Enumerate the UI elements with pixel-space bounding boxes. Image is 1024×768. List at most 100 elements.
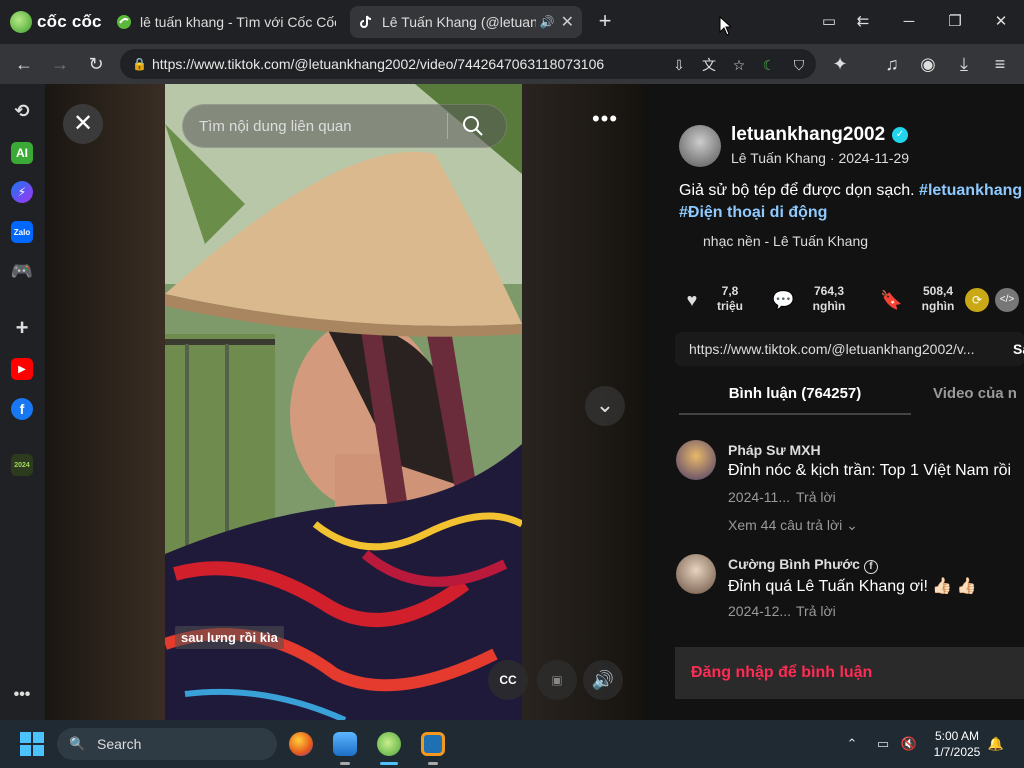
add-icon[interactable]: + — [11, 315, 33, 340]
music-link[interactable]: nhạc nền - Lê Tuấn Khang — [703, 233, 868, 249]
video-player-area[interactable]: ✕ ••• ⌄ sau lưng rồi kìa CC ▣ 🔊 — [45, 84, 643, 720]
tiktok-favicon-icon — [358, 14, 374, 30]
view-replies-button[interactable]: Xem 44 câu trả lời ⌄ — [728, 517, 858, 534]
photos-icon[interactable] — [333, 732, 357, 756]
youtube-icon[interactable]: ▶ — [11, 358, 33, 380]
media-control-icon[interactable]: ♫ — [880, 52, 904, 76]
heart-icon[interactable]: ♥ — [682, 290, 702, 310]
floating-player-icon[interactable]: ▣ — [537, 660, 577, 700]
address-bar[interactable]: 🔒 https://www.tiktok.com/@letuankhang200… — [120, 49, 816, 79]
menu-icon[interactable]: ≡ — [988, 52, 1012, 76]
back-button[interactable]: ← — [12, 52, 36, 76]
ai-icon[interactable]: AI — [11, 142, 33, 164]
windows-start-button[interactable] — [20, 732, 44, 756]
history-icon[interactable]: ⟲ — [11, 100, 33, 122]
post-date: 2024-11-29 — [838, 150, 910, 166]
new-tab-button[interactable]: + — [592, 8, 618, 34]
facebook-icon[interactable]: f — [11, 398, 33, 420]
firefox-icon[interactable] — [289, 732, 313, 756]
lock-icon[interactable]: 🔒 — [132, 57, 147, 71]
minimize-button[interactable]: ─ — [896, 10, 922, 34]
volume-muted-icon[interactable]: 🔇 — [900, 736, 918, 752]
tab-search-icon[interactable]: ⇇ — [850, 10, 876, 34]
reply-button[interactable]: Trả lời — [796, 489, 836, 505]
commenter-name[interactable]: Pháp Sư MXH — [728, 442, 821, 458]
tab-comments[interactable]: Bình luận (764257) — [679, 385, 911, 415]
shield-icon[interactable]: ⛉ — [790, 56, 808, 74]
cc-button[interactable]: CC — [488, 660, 528, 700]
related-search-bar[interactable] — [182, 104, 507, 148]
tab-tiktok-active[interactable]: Lê Tuấn Khang (@letuan 🔊 ✕ — [350, 6, 582, 38]
bookmark-star-icon[interactable]: ☆ — [730, 56, 748, 74]
coccoc-2024-icon[interactable]: 2024 — [11, 454, 33, 476]
screenshot-icon[interactable]: ▭ — [816, 10, 842, 34]
messenger-icon[interactable]: ⚡ — [11, 181, 33, 203]
reply-button[interactable]: Trả lời — [796, 603, 836, 619]
search-icon: 🔍 — [69, 736, 86, 751]
profile-icon[interactable]: ◉ — [916, 52, 940, 76]
hashtag-link[interactable]: #letuankhang — [919, 182, 1022, 199]
comment-count: 764,3 nghìn — [807, 284, 851, 314]
next-video-chevron-icon[interactable]: ⌄ — [585, 386, 625, 426]
like-count-value: 7,8 — [721, 284, 739, 298]
related-search-input[interactable] — [199, 117, 439, 135]
volume-icon[interactable]: 🔊 — [583, 660, 623, 700]
browser-sidebar: ⟲ AI ⚡ Zalo 🎮 + ▶ f 2024 ••• — [0, 84, 45, 720]
view-replies-label: Xem 44 câu trả lời — [728, 517, 843, 533]
search-icon[interactable] — [462, 115, 484, 137]
post-description: Giả sử bộ tép để được dọn sạch. #letuank… — [679, 182, 1022, 200]
title-bar: cốc cốc lê tuấn khang - Tìm với Cốc Cốc … — [0, 0, 1024, 44]
coccoc-icon[interactable] — [377, 732, 401, 756]
taskbar-search[interactable]: 🔍 Search — [57, 728, 277, 760]
video-frame[interactable] — [165, 84, 522, 720]
coccoc-logo-icon — [10, 11, 32, 33]
translate-icon[interactable]: 文 — [700, 56, 718, 74]
more-icon[interactable]: ••• — [11, 684, 33, 706]
video-link-text[interactable]: https://www.tiktok.com/@letuankhang2002/… — [689, 341, 975, 357]
comment-icon[interactable]: 💬 — [772, 290, 794, 310]
hashtag-link[interactable]: #Điện thoại di động — [679, 204, 827, 222]
network-icon[interactable]: ▭ — [874, 736, 892, 752]
embed-icon[interactable]: </> — [995, 288, 1019, 312]
url-text[interactable]: https://www.tiktok.com/@letuankhang2002/… — [152, 56, 604, 72]
close-window-button[interactable]: ✕ — [988, 10, 1014, 34]
separator: · — [825, 150, 839, 166]
bookmark-icon[interactable]: 🔖 — [880, 290, 902, 310]
maximize-button[interactable]: ❐ — [942, 10, 968, 34]
save-count-unit: nghìn — [921, 299, 955, 313]
more-options-icon[interactable]: ••• — [590, 108, 620, 132]
author-display-name[interactable]: Lê Tuấn Khang — [731, 150, 826, 166]
copy-link-button[interactable]: Sa — [1013, 341, 1024, 357]
commenter-name[interactable]: Cường Bình Phước f — [728, 556, 878, 574]
commenter-avatar[interactable] — [676, 554, 716, 594]
download-page-icon[interactable]: ⇩ — [670, 56, 688, 74]
app-indicator — [428, 762, 438, 765]
author-username[interactable]: letuankhang2002 — [731, 124, 885, 146]
zalo-icon[interactable]: Zalo — [11, 221, 33, 243]
coccoc-logo[interactable]: cốc cốc — [10, 10, 102, 34]
notifications-bell-icon[interactable]: 🔔 — [987, 736, 1005, 752]
close-video-button[interactable]: ✕ — [63, 104, 103, 144]
system-clock[interactable]: 5:00 AM 1/7/2025 — [926, 728, 988, 760]
repost-icon[interactable]: ⟳ — [965, 288, 989, 312]
description-text: Giả sử bộ tép để được dọn sạch. — [679, 182, 920, 199]
tab-creator-videos[interactable]: Video của n — [933, 385, 1017, 402]
comment-text: Đỉnh quá Lê Tuấn Khang ơi! 👍🏻 👍🏻 — [728, 578, 977, 595]
vmware-icon[interactable] — [421, 732, 445, 756]
dark-mode-icon[interactable]: ☾ — [760, 56, 778, 74]
extensions-icon[interactable]: ✦ — [828, 52, 852, 76]
close-tab-icon[interactable]: ✕ — [561, 12, 574, 32]
forward-button[interactable]: → — [48, 52, 72, 76]
chevron-up-icon[interactable]: ⌃ — [843, 736, 861, 752]
speaker-icon[interactable]: 🔊 — [540, 15, 555, 29]
reload-button[interactable]: ↻ — [84, 52, 108, 76]
login-to-comment-bar[interactable]: Đăng nhập để bình luận — [675, 647, 1024, 699]
video-blur-background — [45, 84, 165, 720]
author-avatar[interactable] — [679, 125, 721, 167]
commenter-avatar[interactable] — [676, 440, 716, 480]
tab-label: Lê Tuấn Khang (@letuan — [382, 14, 536, 30]
login-to-comment-link[interactable]: Đăng nhập để bình luận — [691, 664, 872, 682]
tab-coccoc-search[interactable]: lê tuấn khang - Tìm với Cốc Cốc — [108, 6, 344, 38]
game-icon[interactable]: 🎮 — [11, 260, 33, 282]
downloads-icon[interactable]: ⤓ — [952, 52, 976, 76]
